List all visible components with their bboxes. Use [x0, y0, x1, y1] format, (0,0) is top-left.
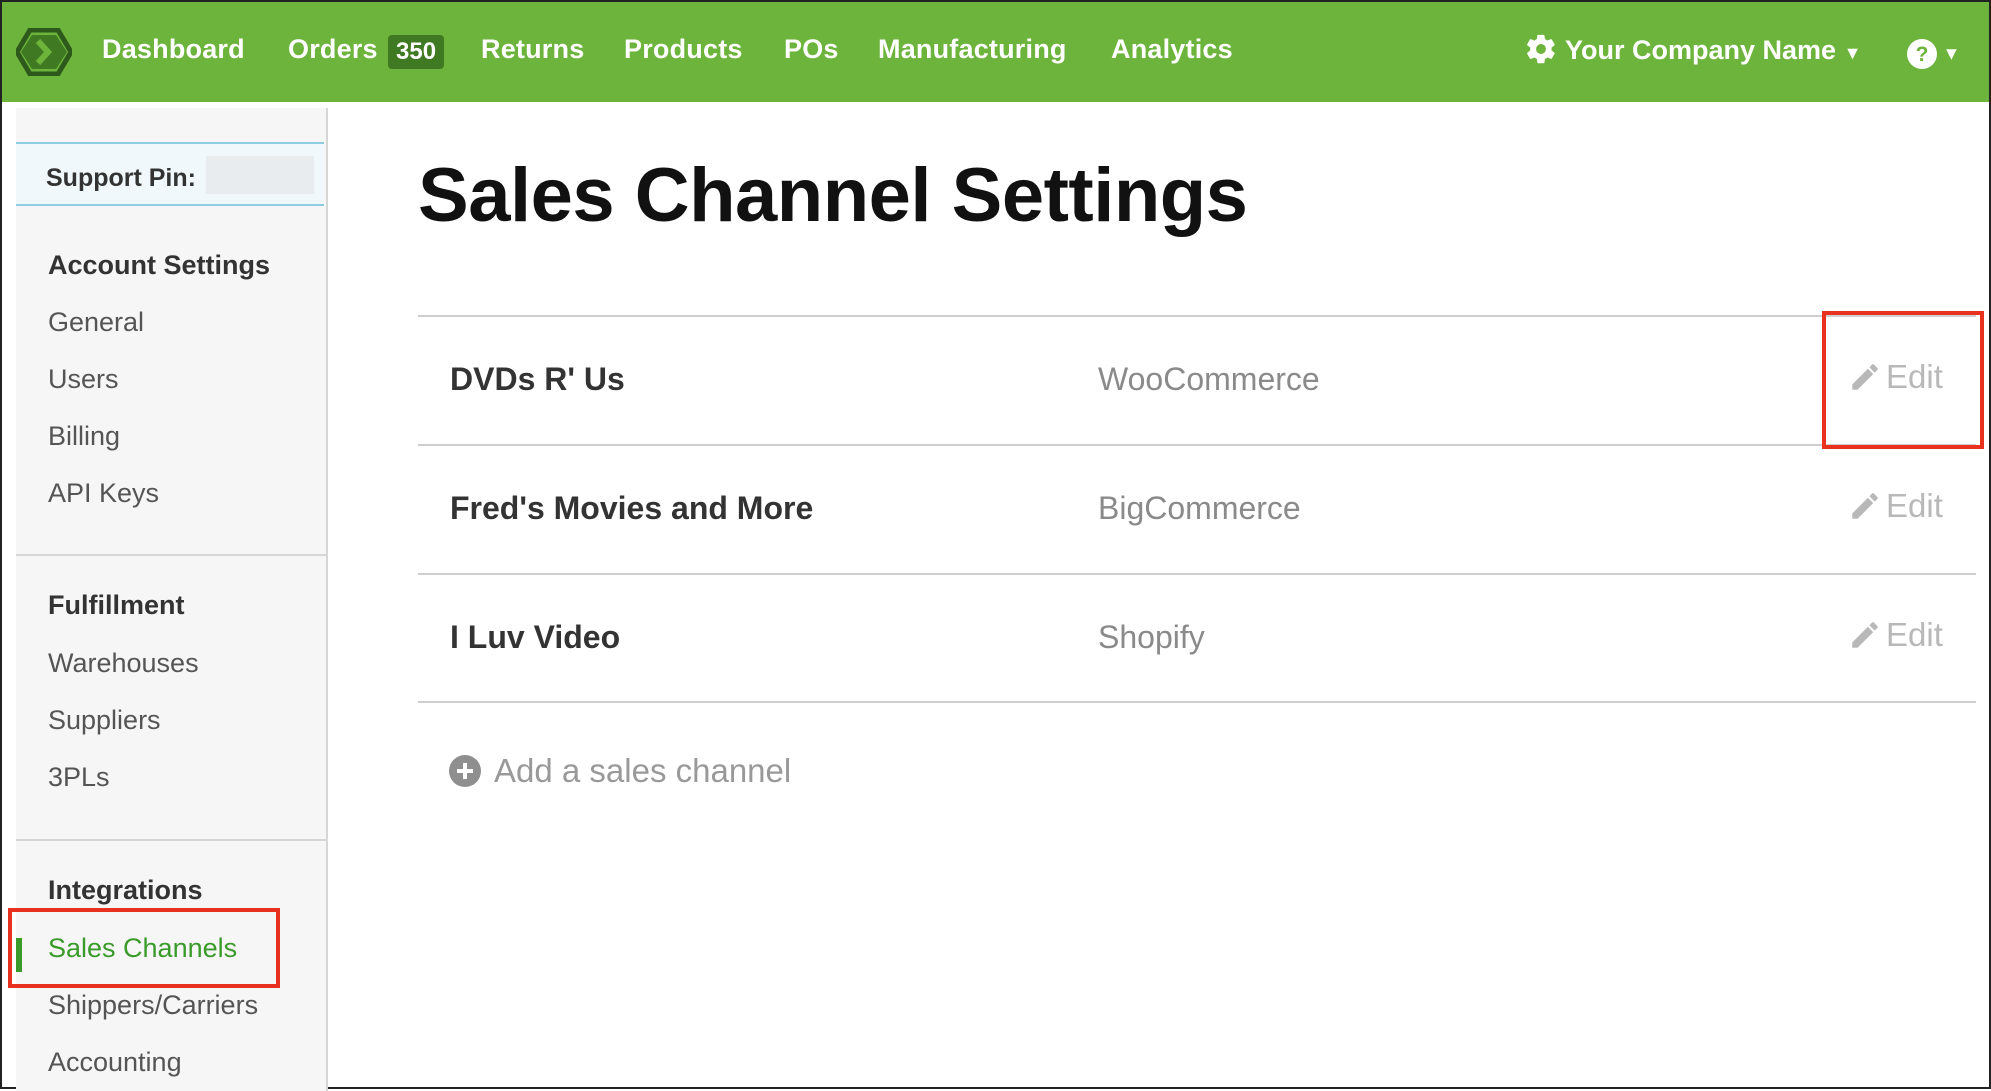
- nav-dashboard[interactable]: Dashboard: [102, 34, 245, 65]
- company-name: Your Company Name: [1565, 35, 1837, 65]
- nav-returns[interactable]: Returns: [481, 34, 584, 65]
- sidebar-item-3pls[interactable]: 3PLs: [48, 762, 110, 793]
- row-divider: [418, 444, 1976, 446]
- svg-text:?: ?: [1916, 43, 1929, 66]
- page-title: Sales Channel Settings: [418, 153, 1248, 238]
- sidebar-item-api-keys[interactable]: API Keys: [48, 478, 159, 509]
- section-heading-fulfillment: Fulfillment: [48, 590, 185, 620]
- sidebar-divider: [16, 554, 326, 556]
- help-menu[interactable]: ? ▼: [1906, 38, 1960, 70]
- nav-orders[interactable]: Orders: [288, 34, 378, 65]
- logo-icon[interactable]: [16, 28, 72, 76]
- row-divider: [418, 573, 1976, 575]
- edit-button[interactable]: Edit: [1848, 616, 1943, 654]
- sidebar-item-suppliers[interactable]: Suppliers: [48, 705, 161, 736]
- plus-circle-icon: [449, 755, 481, 787]
- pencil-icon: [1852, 493, 1878, 519]
- channel-name: Fred's Movies and More: [450, 490, 814, 526]
- sidebar-divider: [16, 839, 326, 841]
- nav-pos[interactable]: POs: [784, 34, 839, 65]
- chevron-down-icon: ▼: [1843, 43, 1862, 63]
- top-navbar: Dashboard Orders 350 Returns Products PO…: [2, 2, 1989, 102]
- add-sales-channel-label: Add a sales channel: [494, 752, 792, 789]
- question-icon: ?: [1907, 39, 1937, 69]
- sidebar-item-shippers-carriers[interactable]: Shippers/Carriers: [48, 990, 258, 1021]
- support-pin-label: Support Pin:: [46, 164, 196, 192]
- nav-products[interactable]: Products: [624, 34, 743, 65]
- support-pin: Support Pin:: [16, 142, 324, 206]
- section-heading-integrations: Integrations: [48, 875, 203, 905]
- nav-manufacturing[interactable]: Manufacturing: [878, 34, 1067, 65]
- sidebar-item-general[interactable]: General: [48, 307, 144, 338]
- nav-analytics[interactable]: Analytics: [1111, 34, 1233, 65]
- channel-platform: BigCommerce: [1098, 490, 1301, 526]
- chevron-down-icon: ▼: [1942, 43, 1961, 64]
- edit-label: Edit: [1886, 616, 1943, 653]
- row-divider: [418, 315, 1976, 317]
- edit-label: Edit: [1886, 487, 1943, 524]
- channel-platform: Shopify: [1098, 619, 1205, 655]
- channel-name: I Luv Video: [450, 619, 621, 655]
- pencil-icon: [1852, 622, 1878, 648]
- company-menu[interactable]: Your Company Name ▼: [1524, 32, 1861, 66]
- sidebar-item-accounting[interactable]: Accounting: [48, 1047, 182, 1078]
- row-divider: [418, 701, 1976, 703]
- gear-icon: [1527, 34, 1555, 64]
- support-pin-value: [206, 156, 314, 194]
- sidebar-item-users[interactable]: Users: [48, 364, 119, 395]
- sidebar-item-billing[interactable]: Billing: [48, 421, 120, 452]
- section-heading-account-settings: Account Settings: [48, 250, 271, 280]
- orders-count-badge: 350: [388, 35, 445, 69]
- highlight-box: [8, 908, 280, 988]
- add-sales-channel-button[interactable]: Add a sales channel: [448, 752, 791, 790]
- channel-name: DVDs R' Us: [450, 361, 625, 397]
- edit-button[interactable]: Edit: [1848, 487, 1943, 525]
- channel-platform: WooCommerce: [1098, 361, 1320, 397]
- highlight-box: [1822, 311, 1984, 449]
- sidebar-item-warehouses[interactable]: Warehouses: [48, 648, 199, 679]
